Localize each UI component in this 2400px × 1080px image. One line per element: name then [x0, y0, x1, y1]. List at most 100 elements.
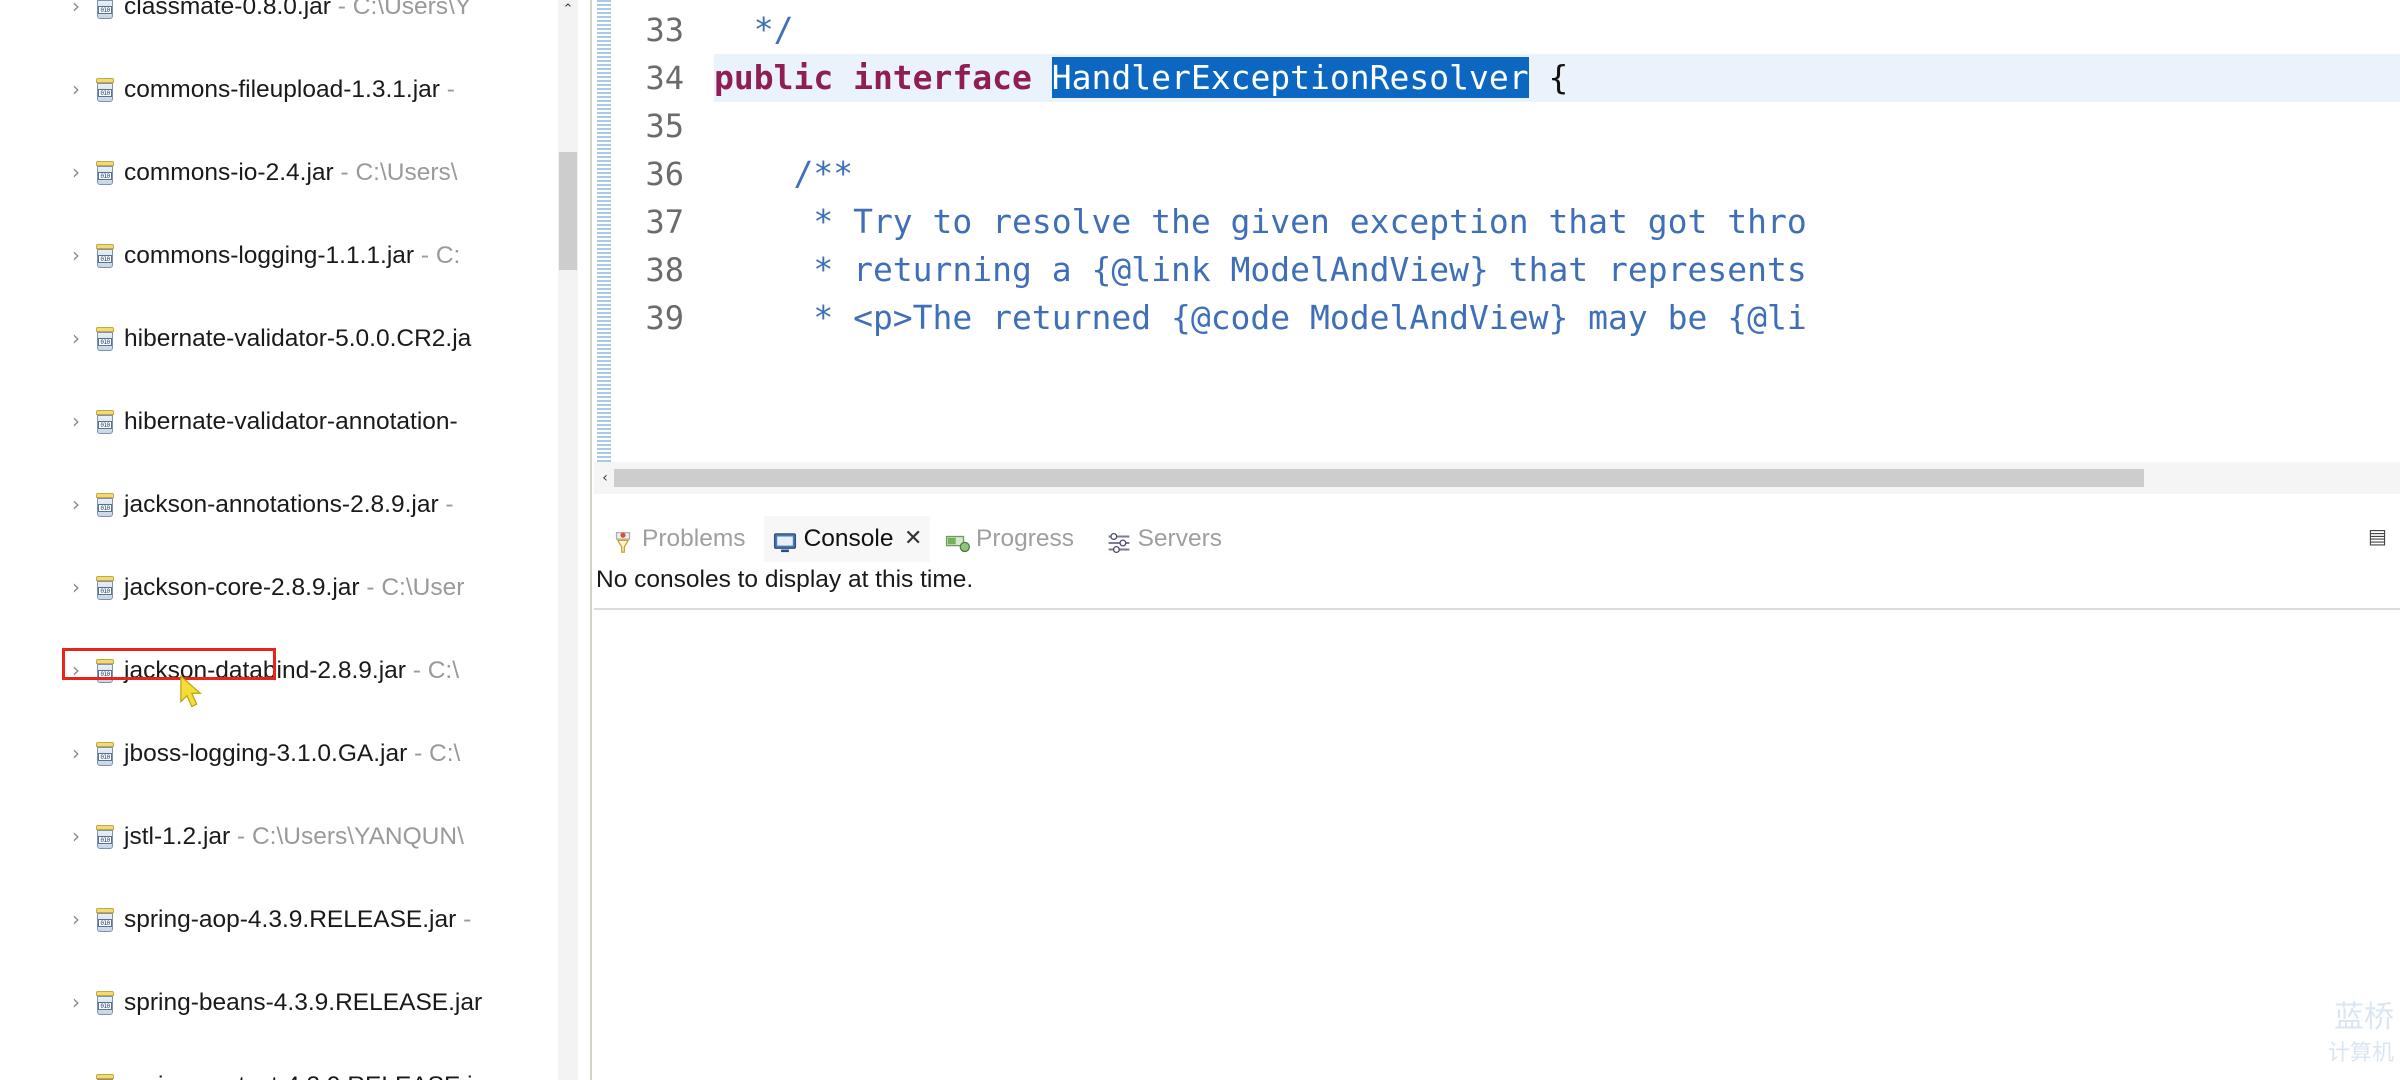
tab-label: Console: [803, 525, 894, 552]
view-menu-icon[interactable]: ▤: [2368, 524, 2396, 552]
jar-icon: 010: [94, 0, 116, 20]
tree-item-icon: 010: [90, 567, 120, 609]
code-token: public interface: [714, 58, 1052, 97]
code-line: /**: [714, 150, 853, 198]
tree-item-icon: 010: [90, 235, 120, 277]
code-line: public interface HandlerExceptionResolve…: [714, 54, 2400, 102]
tree-item-label: jackson-databind-2.8.9.jar - C:\: [124, 657, 460, 684]
chevron-right-icon[interactable]: ›: [62, 567, 90, 609]
code-token: {: [1528, 58, 1569, 97]
progress-icon: [944, 526, 970, 553]
chevron-right-icon[interactable]: ›: [62, 733, 90, 775]
tree-item-classmate-0-8-0-jar[interactable]: › 010 classmate-0.8.0.jar - C:\Users\Y: [0, 0, 574, 28]
code-text-area[interactable]: */ public interface HandlerExceptionResol…: [714, 0, 2400, 462]
tree-item-commons-io-2-4-jar[interactable]: › 010 commons-io-2.4.jar - C:\Users\: [0, 152, 574, 194]
tree-scroll-container: › 010 classmate-0.8.0.jar - C:\Users\Y › 010…: [0, 0, 574, 1080]
jar-icon: 010: [94, 327, 116, 352]
jar-icon: 010: [94, 493, 116, 518]
console-empty-message: No consoles to display at this time.: [596, 566, 974, 593]
editor-hscroll-thumb[interactable]: [614, 469, 2144, 487]
tree-item-commons-fileupload-1-3-1-jar[interactable]: › 010 commons-fileupload-1.3.1.jar -: [0, 69, 574, 111]
tree-item-hibernate-validator-annotation-[interactable]: › 010 hibernate-validator-annotation-: [0, 401, 574, 443]
tree-item-jackson-core-2-8-9-jar[interactable]: › 010 jackson-core-2.8.9.jar - C:\User: [0, 567, 574, 609]
code-token: * returning a {@link ModelAndView} that …: [714, 250, 1807, 289]
tree-item-spring-context-4-3-9-release-ja[interactable]: › 010 spring-context-4.3.9.RELEASE.ja: [0, 1065, 574, 1080]
jar-icon: 010: [94, 244, 116, 269]
tree-item-commons-logging-1-1-1-jar[interactable]: › 010 commons-logging-1.1.1.jar - C:: [0, 235, 574, 277]
chevron-right-icon[interactable]: ›: [62, 235, 90, 277]
tab-problems[interactable]: Problems: [602, 516, 758, 562]
tab-console[interactable]: Console ✕: [763, 516, 930, 562]
chevron-right-icon[interactable]: ›: [62, 816, 90, 858]
tree-item-label: spring-context-4.3.9.RELEASE.ja: [124, 1065, 486, 1080]
tab-label: Servers: [1137, 525, 1223, 552]
view-tab-bar[interactable]: Problems Console ✕ Progress Servers: [594, 516, 2400, 563]
console-icon: [772, 526, 798, 553]
scroll-up-arrow-icon[interactable]: ⌃: [559, 1, 577, 19]
tree-item-jackson-annotations-2-8-9-jar[interactable]: › 010 jackson-annotations-2.8.9.jar -: [0, 484, 574, 526]
chevron-right-icon[interactable]: ›: [62, 650, 90, 692]
tree-item-icon: 010: [90, 733, 120, 775]
code-line: */: [714, 6, 794, 54]
chevron-right-icon[interactable]: ›: [62, 152, 90, 194]
tree-item-jackson-databind-2-8-9-jar[interactable]: › 010 jackson-databind-2.8.9.jar - C:\: [0, 650, 574, 692]
tree-item-label: hibernate-validator-annotation-: [124, 408, 458, 435]
tree-item-jboss-logging-3-1-0-ga-jar[interactable]: › 010 jboss-logging-3.1.0.GA.jar - C:\: [0, 733, 574, 775]
line-number: 39: [645, 299, 684, 337]
jar-icon: 010: [94, 825, 116, 850]
servers-icon: [1106, 526, 1132, 554]
explorer-scroll-thumb[interactable]: [559, 152, 577, 270]
tab-progress[interactable]: Progress: [936, 516, 1092, 562]
chevron-right-icon[interactable]: ›: [62, 69, 90, 111]
tree-item-label: jboss-logging-3.1.0.GA.jar - C:\: [124, 740, 461, 767]
code-token: */: [753, 10, 794, 49]
editor-horizontal-scrollbar[interactable]: ‹: [594, 462, 2400, 494]
tree-item-icon: 010: [90, 0, 120, 28]
chevron-right-icon[interactable]: ›: [62, 1065, 90, 1080]
tree-item-icon: 010: [90, 982, 120, 1024]
chevron-right-icon[interactable]: ›: [62, 0, 90, 28]
chevron-right-icon[interactable]: ›: [62, 982, 90, 1024]
tree-item-label: jstl-1.2.jar - C:\Users\YANQUN\: [124, 823, 464, 850]
tree-item-icon: 010: [90, 650, 120, 692]
watermark-line-1: 蓝桥: [2334, 1000, 2394, 1035]
chevron-right-icon[interactable]: ›: [62, 484, 90, 526]
jar-icon: 010: [94, 78, 116, 103]
tree-item-spring-aop-4-3-9-release-jar[interactable]: › 010 spring-aop-4.3.9.RELEASE.jar -: [0, 899, 574, 941]
jar-icon: 010: [94, 659, 116, 684]
chevron-right-icon[interactable]: ›: [62, 318, 90, 360]
tree-item-path: -: [456, 906, 472, 933]
tab-servers[interactable]: Servers: [1098, 516, 1240, 562]
line-number: 35: [645, 107, 684, 145]
tree-item-icon: 010: [90, 816, 120, 858]
tree-item-spring-beans-4-3-9-release-jar[interactable]: › 010 spring-beans-4.3.9.RELEASE.jar: [0, 982, 574, 1024]
selected-identifier: HandlerExceptionResolver: [1051, 57, 1529, 98]
explorer-vertical-scrollbar[interactable]: [558, 0, 578, 1080]
jar-source-icon: 010: [94, 1074, 116, 1080]
problems-icon: [610, 526, 636, 553]
jar-icon: 010: [94, 742, 116, 767]
tree-item-hibernate-validator-5-0-0-cr2-ja[interactable]: › 010 hibernate-validator-5.0.0.CR2.ja: [0, 318, 574, 360]
tree-item-label: jackson-annotations-2.8.9.jar -: [124, 491, 454, 518]
chevron-right-icon[interactable]: ›: [62, 899, 90, 941]
tree-item-path: - C:\Users\: [333, 159, 458, 186]
tree-item-path: -: [438, 491, 454, 518]
java-source-editor[interactable]: 33343536⊖373839 */public interface Handl…: [594, 0, 2400, 494]
tree-item-icon: 010: [90, 401, 120, 443]
tree-item-label: commons-fileupload-1.3.1.jar -: [124, 76, 455, 103]
tree-item-label: commons-io-2.4.jar - C:\Users\: [124, 159, 458, 186]
tab-close-icon[interactable]: ✕: [904, 516, 922, 562]
tree-item-path: - C:\Users\YANQUN\: [230, 823, 464, 850]
code-line: * returning a {@link ModelAndView} that …: [714, 246, 1807, 294]
tree-item-jstl-1-2-jar[interactable]: › 010 jstl-1.2.jar - C:\Users\YANQUN\: [0, 816, 574, 858]
watermark: 蓝桥 计算机: [2328, 1000, 2394, 1072]
scroll-left-arrow-icon[interactable]: ‹: [596, 462, 614, 494]
code-line: * <p>The returned {@code ModelAndView} m…: [714, 294, 1806, 342]
line-number: 37: [645, 203, 684, 241]
package-explorer-tree[interactable]: › 010 classmate-0.8.0.jar - C:\Users\Y › 010…: [0, 0, 594, 1080]
tree-item-icon: 010: [90, 1065, 120, 1080]
chevron-right-icon[interactable]: ›: [62, 401, 90, 443]
jar-icon: 010: [94, 576, 116, 601]
code-token: * Try to resolve the given exception tha…: [714, 202, 1807, 241]
